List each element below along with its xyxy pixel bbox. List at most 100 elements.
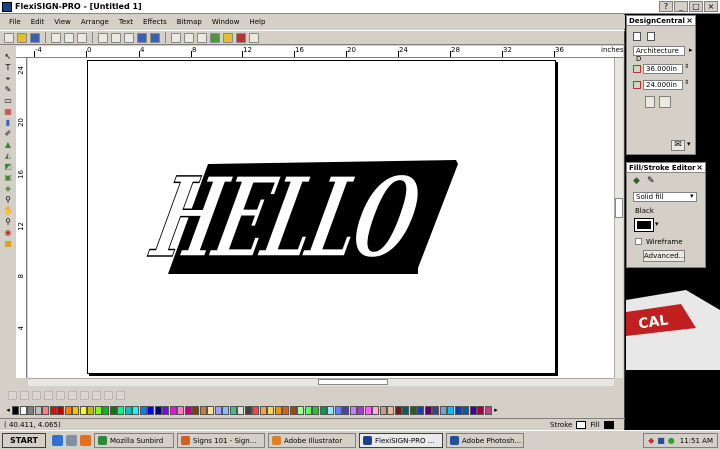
new-file-icon[interactable] (4, 32, 14, 43)
color-swatch[interactable] (94, 405, 102, 415)
color-swatch[interactable] (312, 405, 319, 415)
color-swatch[interactable] (327, 405, 334, 415)
color-swatch[interactable] (432, 405, 439, 415)
portrait-button[interactable] (645, 96, 655, 108)
color-swatch[interactable] (72, 405, 79, 415)
color-swatch[interactable] (79, 405, 87, 415)
task-photoshop[interactable]: Adobe Photosh... (446, 433, 524, 448)
export-icon[interactable] (77, 32, 87, 43)
weed-icon[interactable] (223, 32, 233, 43)
advanced-button[interactable]: Advanced... (643, 250, 685, 262)
fill-color-dropdown-icon[interactable]: ▾ (655, 220, 659, 228)
font-dropdown-icon[interactable]: ▸ (689, 46, 693, 54)
eyedropper-icon[interactable]: ✐ (3, 129, 13, 138)
task-flexisign[interactable]: FlexiSIGN-PRO ... (359, 433, 443, 448)
select-tool-icon[interactable]: ↖ (3, 52, 13, 61)
hello-artwork[interactable]: HELLO (88, 61, 557, 375)
color-wheel-icon[interactable]: ◉ (3, 228, 13, 237)
design-page[interactable]: HELLO (87, 60, 556, 374)
color-swatch[interactable] (139, 405, 147, 415)
tray-icon[interactable]: ◆ (648, 436, 654, 445)
color-swatch[interactable] (379, 405, 387, 415)
color-swatch[interactable] (214, 405, 222, 415)
color-swatch[interactable] (109, 405, 117, 415)
envelope-icon[interactable]: ✉ (671, 140, 685, 151)
color-swatch[interactable] (342, 405, 349, 415)
width-field[interactable]: 36.000in (643, 64, 683, 74)
color-swatch[interactable] (117, 405, 124, 415)
minimize-button[interactable]: _ (674, 1, 688, 12)
stroke-swatch[interactable] (576, 420, 587, 429)
cut-file-icon[interactable] (210, 32, 220, 43)
ungroup-icon[interactable] (184, 32, 194, 43)
font-select[interactable]: Architecture D (633, 46, 685, 63)
fill-bucket-icon[interactable]: ◆ (633, 176, 640, 186)
color-swatch[interactable] (102, 405, 109, 415)
color-swatch[interactable] (34, 405, 42, 415)
color-swatch[interactable] (289, 405, 297, 415)
pen-tool-icon[interactable]: ✎ (3, 85, 13, 94)
align-icon[interactable] (197, 32, 207, 43)
color-swatch[interactable] (267, 405, 274, 415)
node-edit-icon[interactable]: ⌖ (3, 74, 13, 83)
color-swatch[interactable] (169, 405, 177, 415)
landscape-button[interactable] (659, 96, 671, 108)
color-swatch[interactable] (334, 405, 342, 415)
menu-bitmap[interactable]: Bitmap (172, 18, 207, 26)
firefox-icon[interactable] (80, 435, 91, 446)
color-swatch[interactable] (177, 405, 184, 415)
color-swatch[interactable] (364, 405, 372, 415)
color-swatch[interactable] (252, 405, 259, 415)
blend-icon[interactable]: ◈ (3, 184, 13, 193)
menu-window[interactable]: Window (207, 18, 245, 26)
color-swatch[interactable] (357, 405, 364, 415)
menu-text[interactable]: Text (114, 18, 138, 26)
menu-arrange[interactable]: Arrange (76, 18, 114, 26)
knife-icon[interactable]: ▲ (3, 140, 13, 149)
color-swatch[interactable] (237, 405, 244, 415)
color-swatch[interactable] (447, 405, 454, 415)
height-spinner-icon[interactable]: ⇕ (684, 79, 689, 86)
task-signs101[interactable]: Signs 101 - Sign... (177, 433, 265, 448)
color-swatch[interactable] (154, 405, 162, 415)
color-swatch[interactable] (19, 405, 27, 415)
start-button[interactable]: START (2, 433, 46, 448)
vertical-scrollbar[interactable] (614, 58, 623, 378)
rectangle-tool-icon[interactable]: ▭ (3, 96, 13, 105)
cut-icon[interactable] (98, 32, 108, 43)
color-swatch[interactable] (87, 405, 94, 415)
color-swatch[interactable] (304, 405, 312, 415)
print-icon[interactable] (51, 32, 61, 43)
color-swatch[interactable] (42, 405, 49, 415)
color-swatch[interactable] (207, 405, 214, 415)
color-swatch[interactable] (409, 405, 417, 415)
horizontal-scroll-thumb[interactable] (318, 379, 388, 385)
color-swatch[interactable] (49, 405, 57, 415)
color-swatch[interactable] (484, 405, 492, 415)
color-swatch[interactable] (259, 405, 267, 415)
fill-color-swatch[interactable] (634, 218, 654, 232)
stroke-pen-icon[interactable]: ✎ (647, 176, 655, 186)
tray-icon[interactable]: ● (668, 436, 675, 445)
task-illustrator[interactable]: Adobe Illustrator (268, 433, 356, 448)
color-swatch[interactable] (349, 405, 357, 415)
fill-swatch[interactable] (603, 420, 614, 429)
color-swatch[interactable] (12, 405, 19, 415)
redo-icon[interactable] (150, 32, 160, 43)
swatch-icon[interactable]: ■ (3, 239, 13, 248)
width-spinner-icon[interactable]: ⇕ (684, 63, 689, 70)
preview-icon[interactable] (249, 32, 259, 43)
menu-view[interactable]: View (49, 18, 76, 26)
copy-icon[interactable] (111, 32, 121, 43)
palette-right-arrow-icon[interactable]: ▸ (492, 406, 500, 415)
fill-stroke-close-icon[interactable]: × (696, 163, 703, 172)
color-swatch[interactable] (424, 405, 432, 415)
color-swatch[interactable] (244, 405, 252, 415)
color-swatch[interactable] (274, 405, 282, 415)
color-swatch[interactable] (192, 405, 199, 415)
tray-icon[interactable]: ■ (657, 436, 665, 445)
close-button[interactable]: × (704, 1, 718, 12)
palette-left-arrow-icon[interactable]: ◂ (4, 406, 12, 415)
group-icon[interactable] (171, 32, 181, 43)
horizontal-scrollbar[interactable] (28, 378, 614, 386)
